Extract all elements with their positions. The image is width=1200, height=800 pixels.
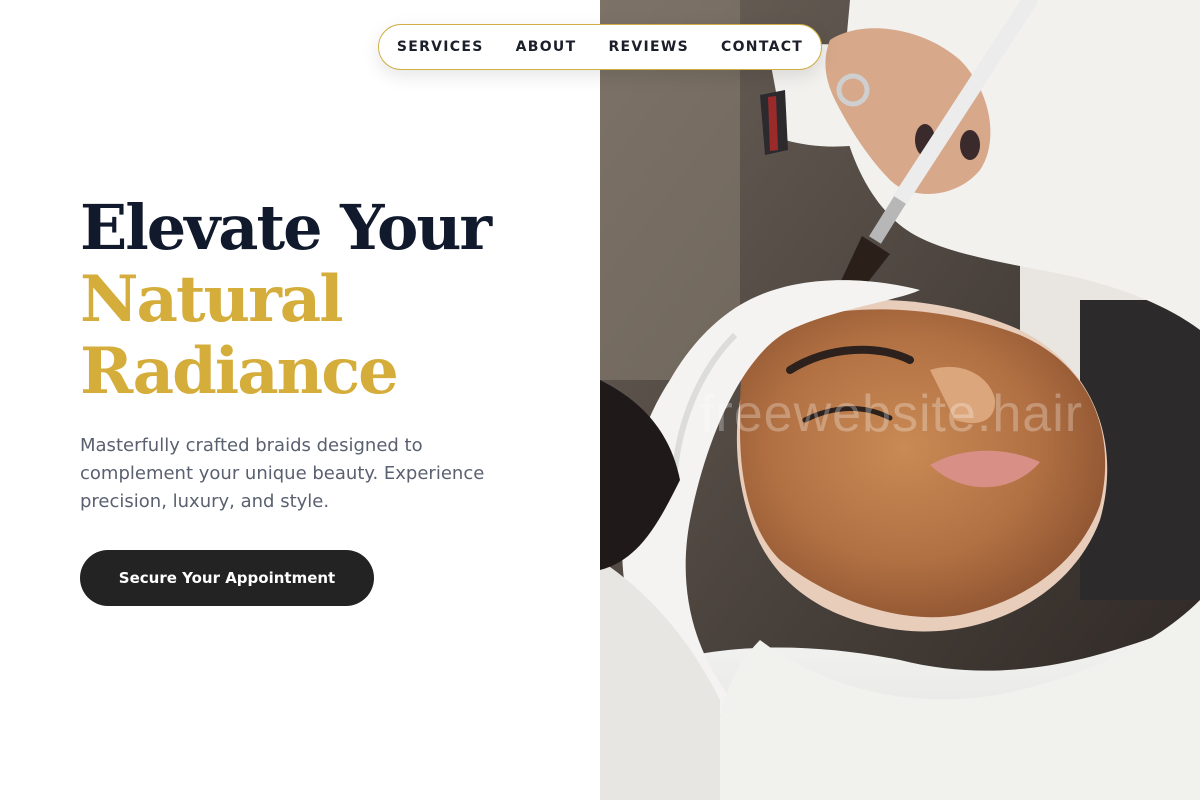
nav-link-contact[interactable]: CONTACT — [721, 39, 803, 55]
nav-link-reviews[interactable]: REVIEWS — [608, 39, 689, 55]
nav-link-about[interactable]: ABOUT — [516, 39, 577, 55]
hero-title-line-2: Natural — [80, 262, 344, 337]
secure-appointment-button[interactable]: Secure Your Appointment — [80, 550, 374, 606]
image-watermark: freewebsite.hair — [700, 385, 1084, 443]
hero-title-line-3: Radiance — [80, 334, 399, 409]
hero-title-line-1: Elevate Your — [80, 191, 492, 264]
main-nav: SERVICES ABOUT REVIEWS CONTACT — [378, 24, 822, 70]
nav-link-services[interactable]: SERVICES — [397, 39, 484, 55]
hero-title: Elevate Your Natural Radiance — [80, 191, 492, 409]
hero-description: Masterfully crafted braids designed to c… — [80, 435, 485, 512]
